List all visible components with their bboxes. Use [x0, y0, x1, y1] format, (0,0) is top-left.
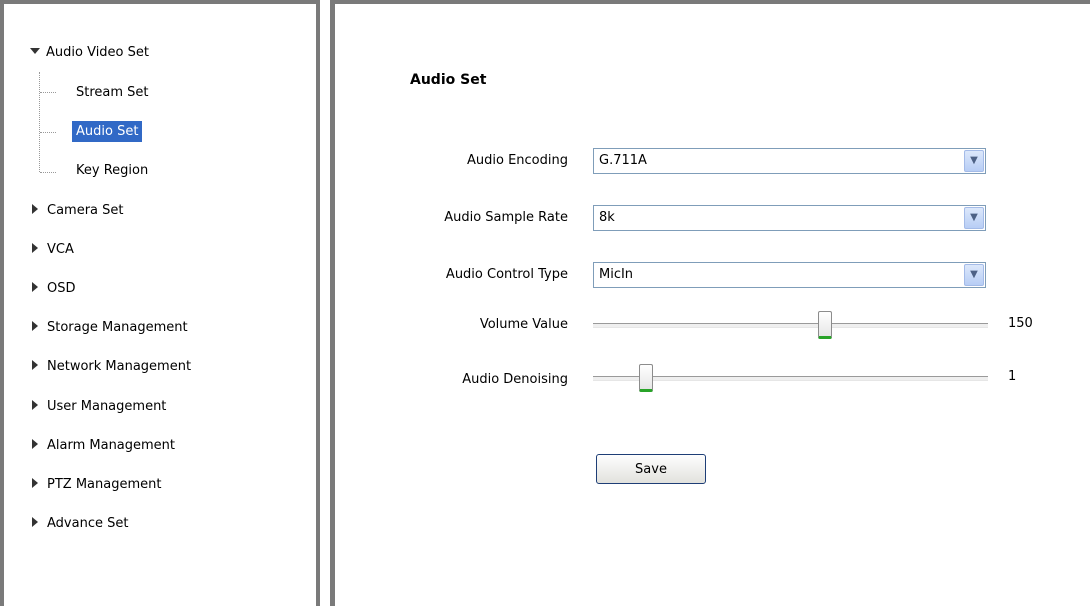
- tree-item-label: VCA: [47, 242, 74, 257]
- tree-item-network-management[interactable]: Network Management: [32, 355, 191, 379]
- denoising-value-readout: 1: [1008, 369, 1017, 384]
- collapsed-arrow-icon: [32, 360, 38, 370]
- select-value: MicIn: [599, 267, 634, 282]
- tree-item-ptz-management[interactable]: PTZ Management: [32, 473, 161, 497]
- select-value: G.711A: [599, 153, 647, 168]
- audio-encoding-select[interactable]: G.711A ▼: [593, 148, 986, 174]
- tree-item-label: Storage Management: [47, 320, 188, 335]
- main-panel: [330, 0, 1090, 606]
- tree-item-advance-set[interactable]: Advance Set: [32, 512, 128, 536]
- tree-item-audio-video-set[interactable]: Audio Video Set: [30, 41, 149, 65]
- collapsed-arrow-icon: [32, 282, 38, 292]
- tree-item-alarm-management[interactable]: Alarm Management: [32, 434, 175, 458]
- denoising-slider-thumb[interactable]: [639, 364, 653, 392]
- tree-item-vca[interactable]: VCA: [32, 238, 74, 262]
- tree-item-label: Audio Video Set: [46, 45, 149, 60]
- audio-encoding-label: Audio Encoding: [467, 153, 568, 168]
- tree-item-label: OSD: [47, 281, 76, 296]
- tree-item-stream-set[interactable]: Stream Set: [76, 81, 149, 105]
- tree-connector: [40, 132, 56, 133]
- tree-connector: [40, 172, 56, 173]
- audio-denoising-label: Audio Denoising: [462, 372, 568, 387]
- select-value: 8k: [599, 210, 615, 225]
- expanded-arrow-icon: [30, 48, 40, 54]
- volume-value-label: Volume Value: [479, 317, 568, 332]
- tree-item-label: User Management: [47, 399, 167, 414]
- tree-item-key-region[interactable]: Key Region: [76, 159, 148, 183]
- tree-connector: [39, 72, 40, 172]
- dropdown-button[interactable]: ▼: [964, 264, 984, 286]
- volume-value-readout: 150: [1008, 316, 1033, 331]
- dropdown-button[interactable]: ▼: [964, 150, 984, 172]
- tree-item-label: Camera Set: [47, 203, 124, 218]
- volume-slider-track[interactable]: [593, 311, 988, 339]
- tree-item-label: PTZ Management: [47, 477, 162, 492]
- save-button[interactable]: Save: [596, 454, 706, 484]
- volume-slider-thumb[interactable]: [818, 311, 832, 339]
- tree-item-osd[interactable]: OSD: [32, 277, 76, 301]
- chevron-down-icon: ▼: [970, 269, 978, 280]
- tree-item-label: Stream Set: [76, 85, 149, 100]
- audio-sample-rate-label: Audio Sample Rate: [444, 210, 568, 225]
- audio-control-type-label: Audio Control Type: [445, 267, 568, 282]
- denoising-slider-track[interactable]: [593, 364, 988, 392]
- collapsed-arrow-icon: [32, 400, 38, 410]
- collapsed-arrow-icon: [32, 439, 38, 449]
- collapsed-arrow-icon: [32, 243, 38, 253]
- chevron-down-icon: ▼: [970, 212, 978, 223]
- page-title: Audio Set: [410, 72, 487, 88]
- tree-item-label: Key Region: [76, 163, 149, 178]
- tree-item-camera-set[interactable]: Camera Set: [32, 199, 124, 223]
- tree-item-user-management[interactable]: User Management: [32, 395, 166, 419]
- tree-item-label: Network Management: [47, 359, 192, 374]
- collapsed-arrow-icon: [32, 321, 38, 331]
- audio-control-type-select[interactable]: MicIn ▼: [593, 262, 986, 288]
- chevron-down-icon: ▼: [970, 155, 978, 166]
- collapsed-arrow-icon: [32, 204, 38, 214]
- panel-gap: [324, 0, 328, 606]
- collapsed-arrow-icon: [32, 478, 38, 488]
- tree-item-audio-set[interactable]: Audio Set: [72, 120, 143, 144]
- tree-connector: [40, 92, 56, 93]
- tree-item-storage-management[interactable]: Storage Management: [32, 316, 188, 340]
- tree-item-label: Advance Set: [47, 516, 129, 531]
- tree-item-label: Alarm Management: [47, 438, 176, 453]
- collapsed-arrow-icon: [32, 517, 38, 527]
- tree-item-label: Audio Set: [72, 121, 143, 142]
- audio-sample-rate-select[interactable]: 8k ▼: [593, 205, 986, 231]
- dropdown-button[interactable]: ▼: [964, 207, 984, 229]
